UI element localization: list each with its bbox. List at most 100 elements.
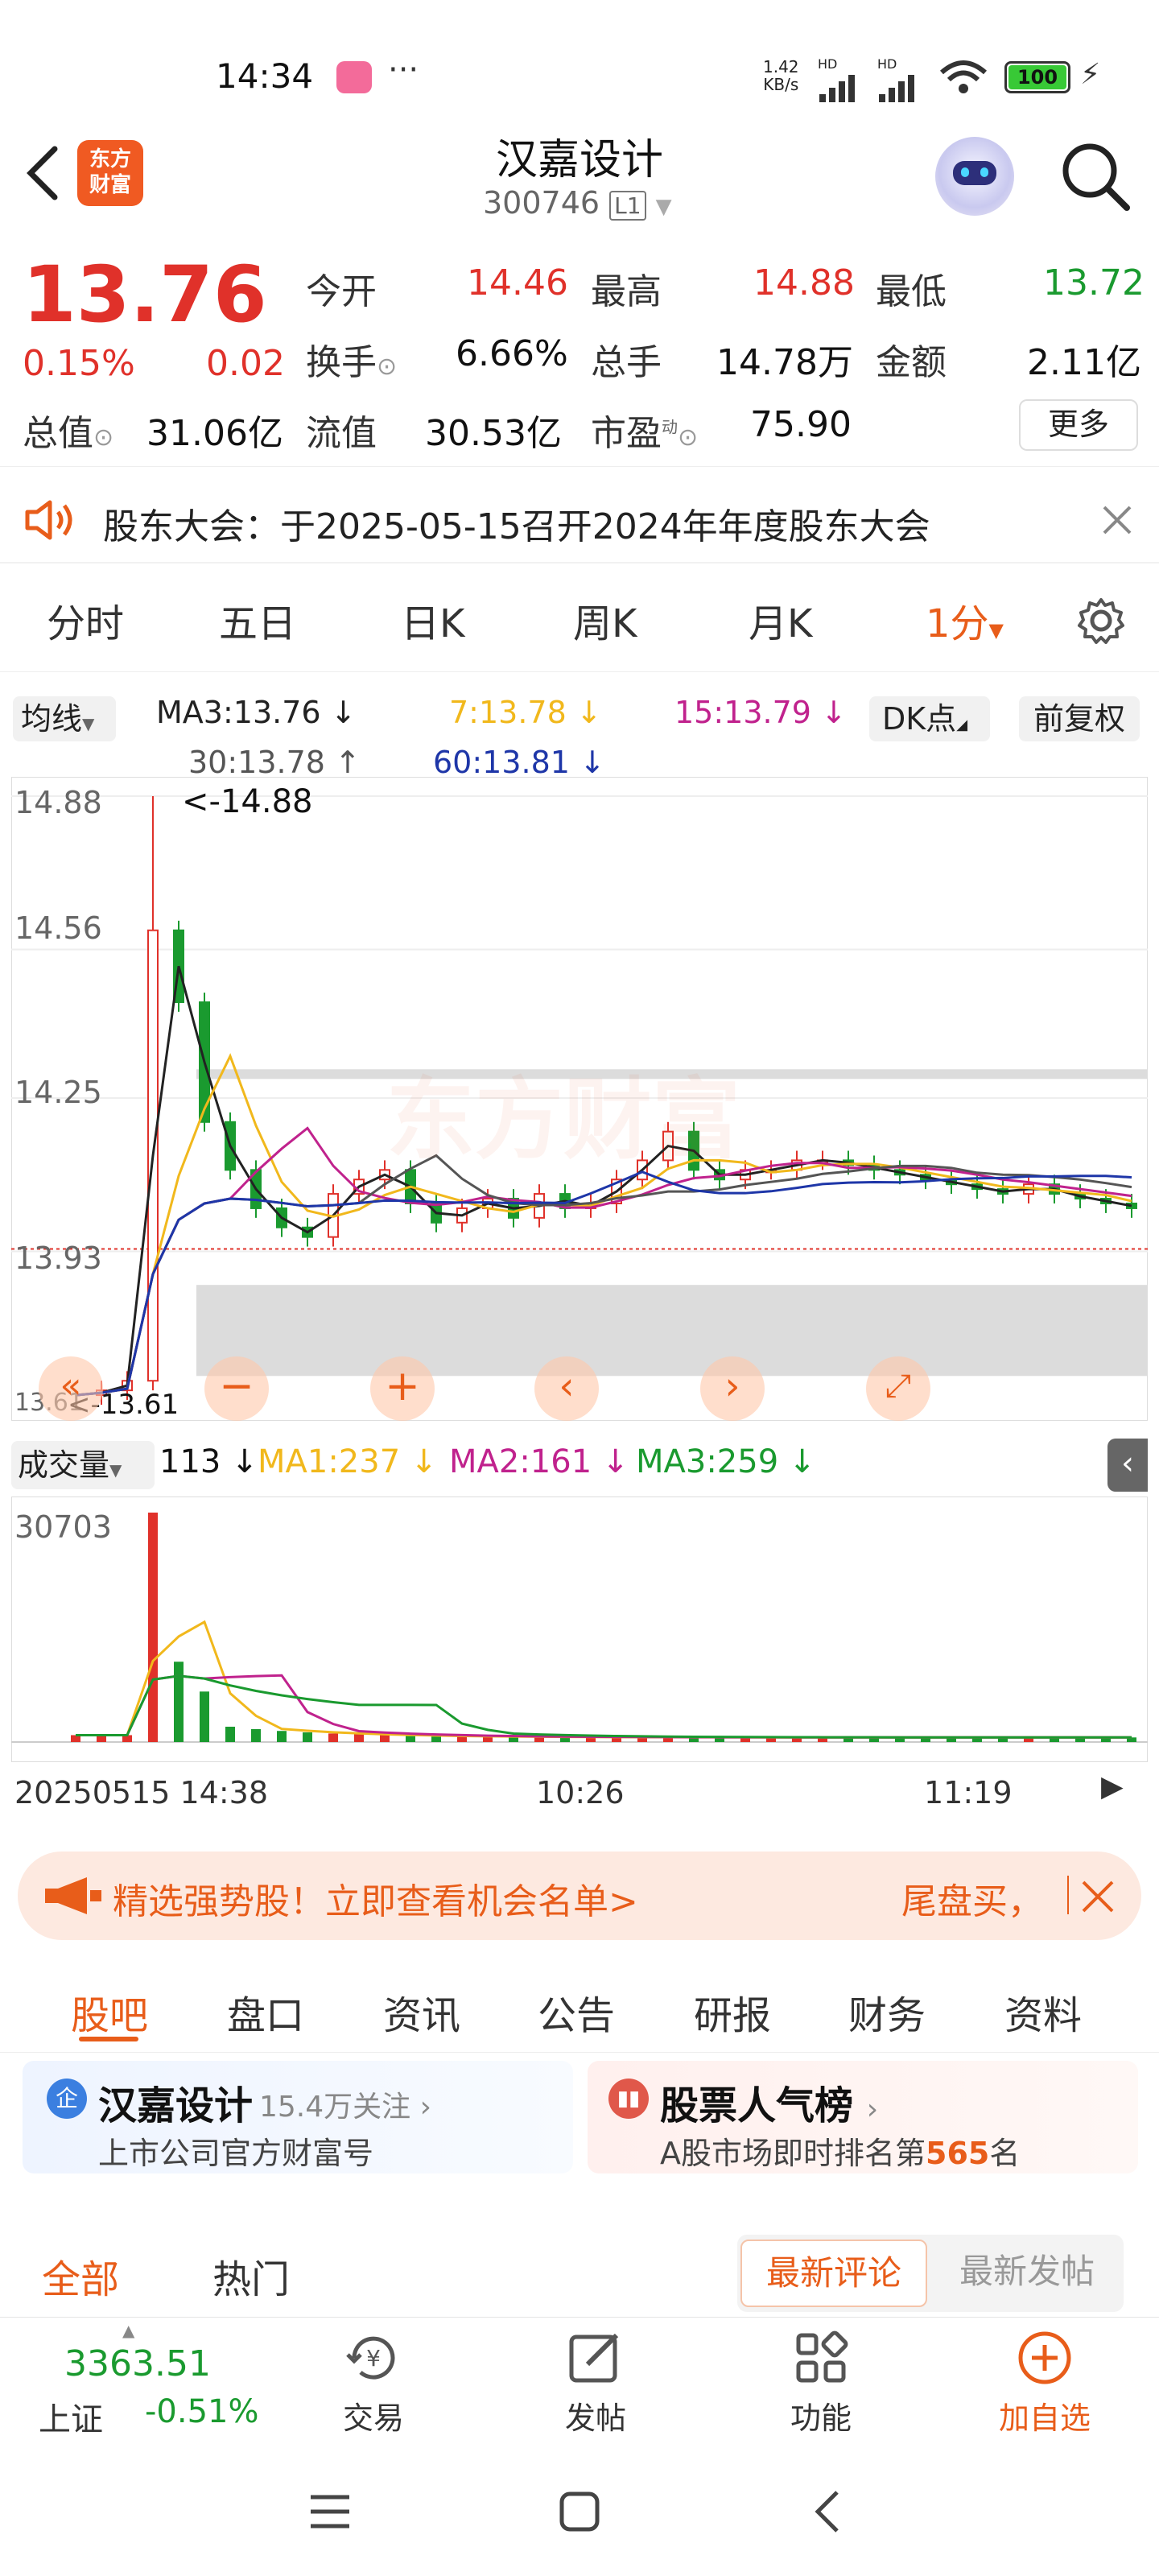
add-watchlist-button[interactable]: 加自选 xyxy=(980,2326,1109,2438)
popularity-card[interactable]: ▮▮ 股票人气榜 › A股市场即时排名第565名 xyxy=(588,2061,1138,2174)
volume-selector[interactable]: 成交量▼ xyxy=(11,1441,155,1489)
high-label: 最高 xyxy=(591,271,662,312)
company-account-card[interactable]: 企 汉嘉设计 15.4万关注 › 上市公司官方财富号 xyxy=(23,2061,573,2174)
dk-point-button[interactable]: DK点◢ xyxy=(869,696,990,741)
quote-panel: 13.76 0.15% 0.02 今开 14.46 最高 14.88 最低 13… xyxy=(0,233,1159,467)
turnover-value: 6.66% xyxy=(456,333,568,374)
settings-gear-icon[interactable] xyxy=(1077,597,1125,645)
post-filter-tabs: 全部 热门 最新评论 最新发帖 xyxy=(0,2230,1159,2318)
yen-refresh-icon: ¥ xyxy=(346,2336,395,2380)
scroll-left-icon[interactable]: ‹ xyxy=(534,1356,599,1421)
market-cap-label[interactable]: 总值⊙ xyxy=(23,404,113,456)
tab-news[interactable]: 资讯 xyxy=(383,1984,460,2040)
amount-value: 2.11亿 xyxy=(1027,342,1141,383)
trade-button[interactable]: ¥ 交易 xyxy=(309,2326,438,2438)
rank-prefix: A股市场即时排名第 xyxy=(660,2136,926,2171)
volume-bar xyxy=(225,1726,235,1742)
volume-bar xyxy=(431,1736,441,1742)
tab-profile[interactable]: 资料 xyxy=(1004,1984,1082,2040)
company-card-title: 汉嘉设计 xyxy=(98,2083,254,2128)
rank-suffix: 名 xyxy=(989,2136,1021,2171)
tab-guba[interactable]: 股吧 xyxy=(71,1984,148,2040)
grid-icon xyxy=(796,2330,848,2383)
ma-selector[interactable]: 均线▼ xyxy=(13,696,116,741)
ma7-legend: 7:13.78 ↓ xyxy=(449,695,602,730)
tab-monthly[interactable]: 月K xyxy=(749,592,812,648)
close-icon[interactable] xyxy=(1101,504,1133,536)
volume-bar xyxy=(303,1732,312,1742)
search-icon[interactable] xyxy=(1059,140,1132,213)
tab-pankou[interactable]: 盘口 xyxy=(227,1984,304,2040)
pe-label[interactable]: 市盈动⊙ xyxy=(591,404,698,456)
volume-selector-label: 成交量 xyxy=(18,1447,110,1483)
close-icon[interactable] xyxy=(1080,1879,1116,1914)
fullscreen-icon[interactable]: ⤢ xyxy=(866,1356,930,1421)
ad-right-text: 尾盘买， xyxy=(901,1881,1043,1922)
volume-bar xyxy=(148,1513,158,1742)
tab-intraday[interactable]: 分时 xyxy=(47,592,124,648)
notice-bar[interactable]: 股东大会：于2025-05-15召开2024年年度股东大会 xyxy=(0,475,1159,564)
tab-hot-posts[interactable]: 热门 xyxy=(212,2248,290,2304)
sort-latest-post-button[interactable]: 最新发帖 xyxy=(934,2240,1120,2307)
index-change: -0.51% xyxy=(145,2393,259,2430)
hd1-label: HD xyxy=(818,56,838,72)
robot-avatar-icon[interactable] xyxy=(935,137,1014,216)
level-badge: L1 xyxy=(609,191,646,221)
tab-announcements[interactable]: 公告 xyxy=(538,1984,615,2040)
open-value: 14.46 xyxy=(467,262,568,303)
ma-selector-label: 均线 xyxy=(21,701,83,737)
zoom-out-icon[interactable]: − xyxy=(204,1356,269,1421)
stock-code[interactable]: 300746 L1 ▼ xyxy=(483,185,672,221)
change-pct: 0.15% xyxy=(23,343,135,384)
more-button[interactable]: 更多 xyxy=(1019,399,1138,451)
tab-finance[interactable]: 财务 xyxy=(848,1984,926,2040)
ma15-legend-text: 15:13.79 xyxy=(674,695,811,730)
wifi-icon xyxy=(940,60,987,93)
volume-bar xyxy=(380,1735,390,1742)
stock-code-value: 300746 xyxy=(483,185,600,221)
volume-chart[interactable] xyxy=(11,1496,1148,1762)
popularity-card-subtitle: A股市场即时排名第565名 xyxy=(660,2128,1020,2173)
change-amount: 0.02 xyxy=(206,343,285,384)
signal-2-icon: HD xyxy=(877,56,926,107)
company-follow-count: 15.4万关注 › xyxy=(259,2091,432,2124)
volume-bar xyxy=(200,1691,209,1742)
system-navigation-bar xyxy=(0,2447,1159,2576)
collapse-panel-icon[interactable]: ‹ xyxy=(1107,1439,1148,1492)
tab-1min[interactable]: 1分▼ xyxy=(926,592,1004,648)
chevron-down-icon: ▼ xyxy=(655,195,672,219)
volume-bar xyxy=(406,1735,415,1742)
volume-bar xyxy=(277,1731,287,1742)
back-nav-icon[interactable] xyxy=(805,2487,853,2536)
menu-icon[interactable] xyxy=(306,2487,354,2536)
more-notifications-icon: ··· xyxy=(388,52,419,89)
sort-latest-comment-button[interactable]: 最新评论 xyxy=(740,2240,927,2307)
play-icon[interactable]: ▶ xyxy=(1101,1770,1124,1803)
tab-weekly[interactable]: 周K xyxy=(573,592,637,648)
forward-adjust-button[interactable]: 前复权 xyxy=(1019,696,1140,741)
index-name: 上证 xyxy=(39,2401,103,2438)
index-ticker[interactable]: ▲ 3363.51 上证 -0.51% xyxy=(0,2318,259,2446)
functions-button[interactable]: 功能 xyxy=(757,2326,885,2438)
post-button[interactable]: 发帖 xyxy=(531,2326,660,2438)
home-icon[interactable] xyxy=(555,2487,604,2536)
scroll-right-icon[interactable]: › xyxy=(700,1356,765,1421)
company-card-subtitle: 上市公司官方财富号 xyxy=(98,2136,374,2171)
tab-all-posts[interactable]: 全部 xyxy=(42,2248,119,2304)
svg-text:¥: ¥ xyxy=(366,2345,381,2372)
turnover-label[interactable]: 换手⊙ xyxy=(306,333,397,385)
amount-label: 金额 xyxy=(876,342,947,383)
chevron-down-icon: ▼ xyxy=(988,619,1004,642)
status-time: 14:34 xyxy=(216,56,314,96)
zoom-in-icon[interactable]: + xyxy=(370,1356,435,1421)
charging-icon: ⚡ xyxy=(1080,58,1101,91)
add-watchlist-label: 加自选 xyxy=(998,2401,1091,2436)
tab-daily[interactable]: 日K xyxy=(401,592,464,648)
tab-five-day[interactable]: 五日 xyxy=(219,592,296,648)
volume-current: 113 ↓ xyxy=(159,1443,258,1480)
ad-banner[interactable]: 精选强势股！立即查看机会名单> 尾盘买， xyxy=(18,1852,1141,1940)
tab-research[interactable]: 研报 xyxy=(694,1984,771,2040)
popularity-card-title: 股票人气榜 › xyxy=(660,2074,878,2130)
scroll-left-far-icon[interactable]: « xyxy=(39,1356,103,1421)
market-cap-value: 31.06亿 xyxy=(146,413,283,454)
